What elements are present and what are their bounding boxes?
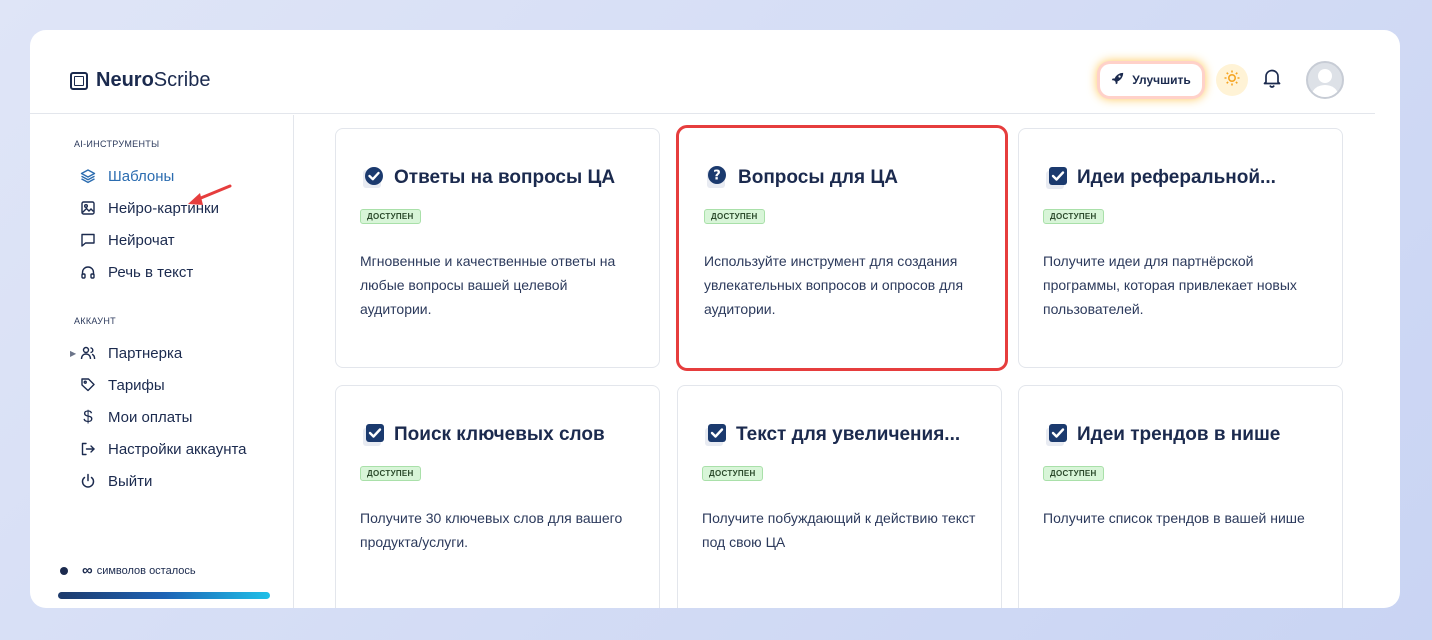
sidebar-item-speech-to-text[interactable]: Речь в текст <box>80 262 193 282</box>
section-title-account: АККАУНТ <box>74 316 116 326</box>
status-badge: ДОСТУПЕН <box>360 466 421 481</box>
user-avatar[interactable] <box>1306 61 1344 99</box>
status-badge: ДОСТУПЕН <box>702 466 763 481</box>
sidebar-item-tariffs[interactable]: Тарифы <box>80 375 165 395</box>
template-card-highlighted[interactable]: ? Вопросы для ЦА ДОСТУПЕН Используйте ин… <box>676 125 1008 371</box>
template-card[interactable]: Идеи трендов в нише ДОСТУПЕН Получите сп… <box>1018 385 1343 608</box>
sidebar: AI-ИНСТРУМЕНТЫ Шаблоны Нейро-картинки Не… <box>30 115 294 608</box>
notifications-button[interactable] <box>1260 68 1284 92</box>
card-title: Текст для увеличения... <box>736 424 961 445</box>
chat-icon <box>80 232 96 248</box>
top-header: Neuro Scribe Улучшить <box>30 30 1375 114</box>
card-title: Вопросы для ЦА <box>738 167 898 188</box>
check-square-icon <box>360 422 386 448</box>
sidebar-item-my-payments[interactable]: $ Мои оплаты <box>80 407 192 427</box>
template-card[interactable]: Идеи реферальной... ДОСТУПЕН Получите ид… <box>1018 128 1343 368</box>
card-description: Используйте инструмент для создания увле… <box>704 253 964 317</box>
template-card[interactable]: Ответы на вопросы ЦА ДОСТУПЕН Мгновенные… <box>335 128 660 368</box>
card-title: Идеи трендов в нише <box>1077 424 1281 445</box>
tag-icon <box>80 377 96 393</box>
svg-text:?: ? <box>713 169 721 184</box>
upgrade-button[interactable]: Улучшить <box>1100 64 1202 96</box>
power-icon <box>80 473 96 489</box>
check-square-icon <box>702 422 728 448</box>
card-title: Идеи реферальной... <box>1077 167 1276 188</box>
template-card[interactable]: Поиск ключевых слов ДОСТУПЕН Получите 30… <box>335 385 660 608</box>
sidebar-item-neuro-chat[interactable]: Нейрочат <box>80 230 175 250</box>
brand-logo[interactable]: Neuro Scribe <box>70 69 211 92</box>
card-description: Получите 30 ключевых слов для вашего про… <box>360 510 623 550</box>
rocket-icon <box>1111 72 1124 88</box>
card-title: Поиск ключевых слов <box>394 424 605 445</box>
users-icon <box>80 345 96 361</box>
sidebar-item-neuro-images[interactable]: Нейро-картинки <box>80 198 219 218</box>
question-circle-icon: ? <box>704 165 730 191</box>
chars-progress-bar <box>58 592 270 599</box>
sidebar-item-templates[interactable]: Шаблоны <box>80 166 174 186</box>
check-square-icon <box>1043 422 1069 448</box>
status-badge: ДОСТУПЕН <box>360 209 421 224</box>
bell-icon <box>1263 68 1281 93</box>
card-description: Получите идеи для партнёрской программы,… <box>1043 253 1297 317</box>
check-circle-icon <box>360 165 386 191</box>
sidebar-item-partners[interactable]: Партнерка <box>80 343 182 363</box>
card-description: Мгновенные и качественные ответы на любы… <box>360 253 616 317</box>
status-badge: ДОСТУПЕН <box>1043 466 1104 481</box>
logo-icon <box>70 71 88 90</box>
dollar-icon: $ <box>83 407 93 426</box>
template-card[interactable]: Текст для увеличения... ДОСТУПЕН Получит… <box>677 385 1002 608</box>
logout-icon <box>80 441 96 457</box>
image-icon <box>80 200 96 216</box>
status-badge: ДОСТУПЕН <box>704 209 765 224</box>
section-title-ai-tools: AI-ИНСТРУМЕНТЫ <box>74 139 160 149</box>
chars-remaining: ∞ символов осталось <box>60 562 196 579</box>
check-square-icon <box>1043 165 1069 191</box>
card-description: Получите список трендов в вашей нише <box>1043 510 1305 526</box>
app-window: Neuro Scribe Улучшить AI-ИНСТРУМЕНТЫ Шаб… <box>30 30 1400 608</box>
sidebar-item-account-settings[interactable]: Настройки аккаунта <box>80 439 247 459</box>
caret-right-icon[interactable]: ▶ <box>70 349 76 358</box>
status-dot <box>60 566 68 575</box>
sidebar-item-logout[interactable]: Выйти <box>80 471 152 491</box>
headphones-icon <box>80 264 96 280</box>
sun-icon <box>1223 69 1241 92</box>
card-title: Ответы на вопросы ЦА <box>394 167 616 188</box>
theme-toggle-button[interactable] <box>1216 64 1248 96</box>
status-badge: ДОСТУПЕН <box>1043 209 1104 224</box>
layers-icon <box>80 168 96 184</box>
card-description: Получите побуждающий к действию текст по… <box>702 510 976 550</box>
